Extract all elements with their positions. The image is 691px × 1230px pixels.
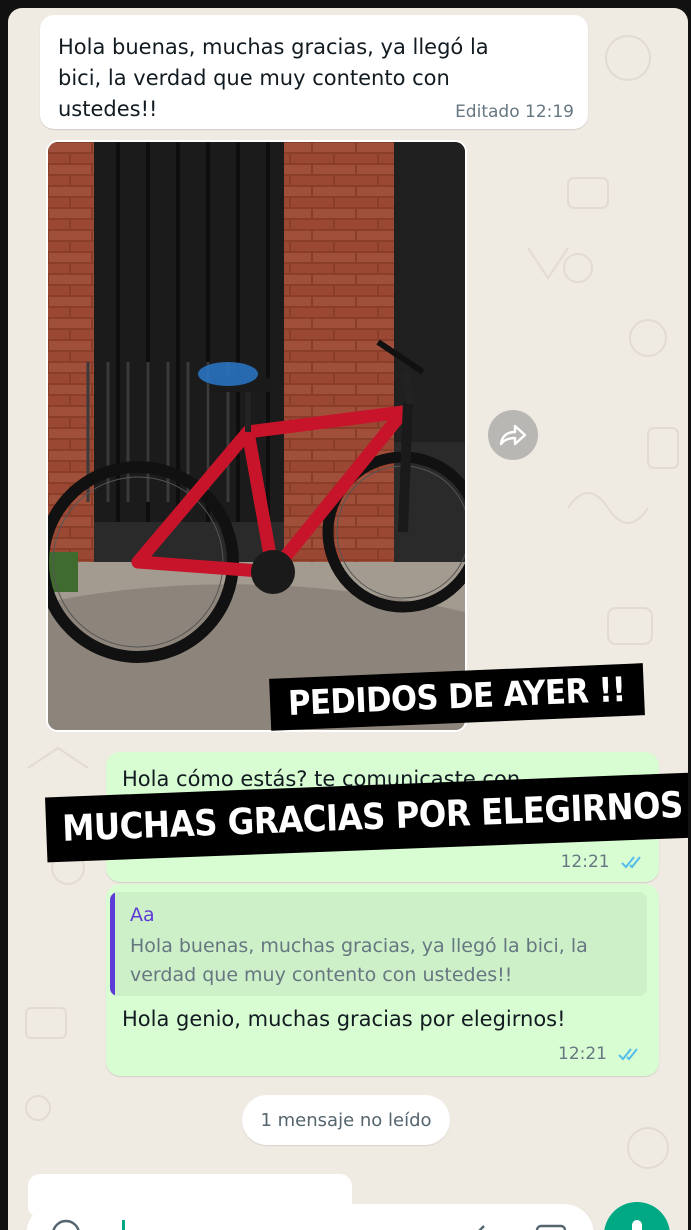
message-time: 12:21 [558,1044,607,1064]
mic-icon [632,1220,642,1230]
forward-button[interactable] [488,410,538,460]
quoted-message[interactable]: Aa Hola buenas, muchas gracias, ya llegó… [110,892,647,996]
chat-area[interactable]: Hola buenas, muchas gracias, ya llegó la… [8,8,688,1230]
quote-text: Hola buenas, muchas gracias, ya llegó la… [130,935,588,986]
image-message-bubble[interactable] [46,140,467,732]
unread-messages-divider: 1 mensaje no leído [242,1095,450,1145]
forward-arrow-icon [499,424,527,446]
double-check-icon [618,1048,639,1061]
message-input-bar[interactable] [26,1204,594,1230]
bicycle-photo[interactable] [48,142,465,730]
outgoing-reply-meta: 12:21 [558,1044,644,1064]
paperclip-icon[interactable] [466,1218,494,1230]
sticker-gracias-text: MUCHAS GRACIAS POR ELEGIRNOS [61,785,684,850]
double-check-icon [621,856,641,869]
incoming-message-meta: Editado 12:19 [455,102,574,122]
quote-accent-bar [110,892,115,996]
outgoing-reply-text: Hola genio, muchas gracias por elegirnos… [122,1007,566,1031]
camera-icon[interactable] [534,1218,568,1230]
quote-author: Aa [130,904,155,926]
bicycle-photo-illustration [48,142,465,730]
incoming-message-bubble[interactable]: Hola buenas, muchas gracias, ya llegó la… [40,15,588,129]
outgoing-message-meta: 12:21 [561,852,647,872]
message-time: 12:21 [560,852,610,872]
mic-button[interactable] [604,1202,670,1230]
emoji-icon[interactable] [50,1218,82,1230]
text-cursor [122,1220,125,1230]
